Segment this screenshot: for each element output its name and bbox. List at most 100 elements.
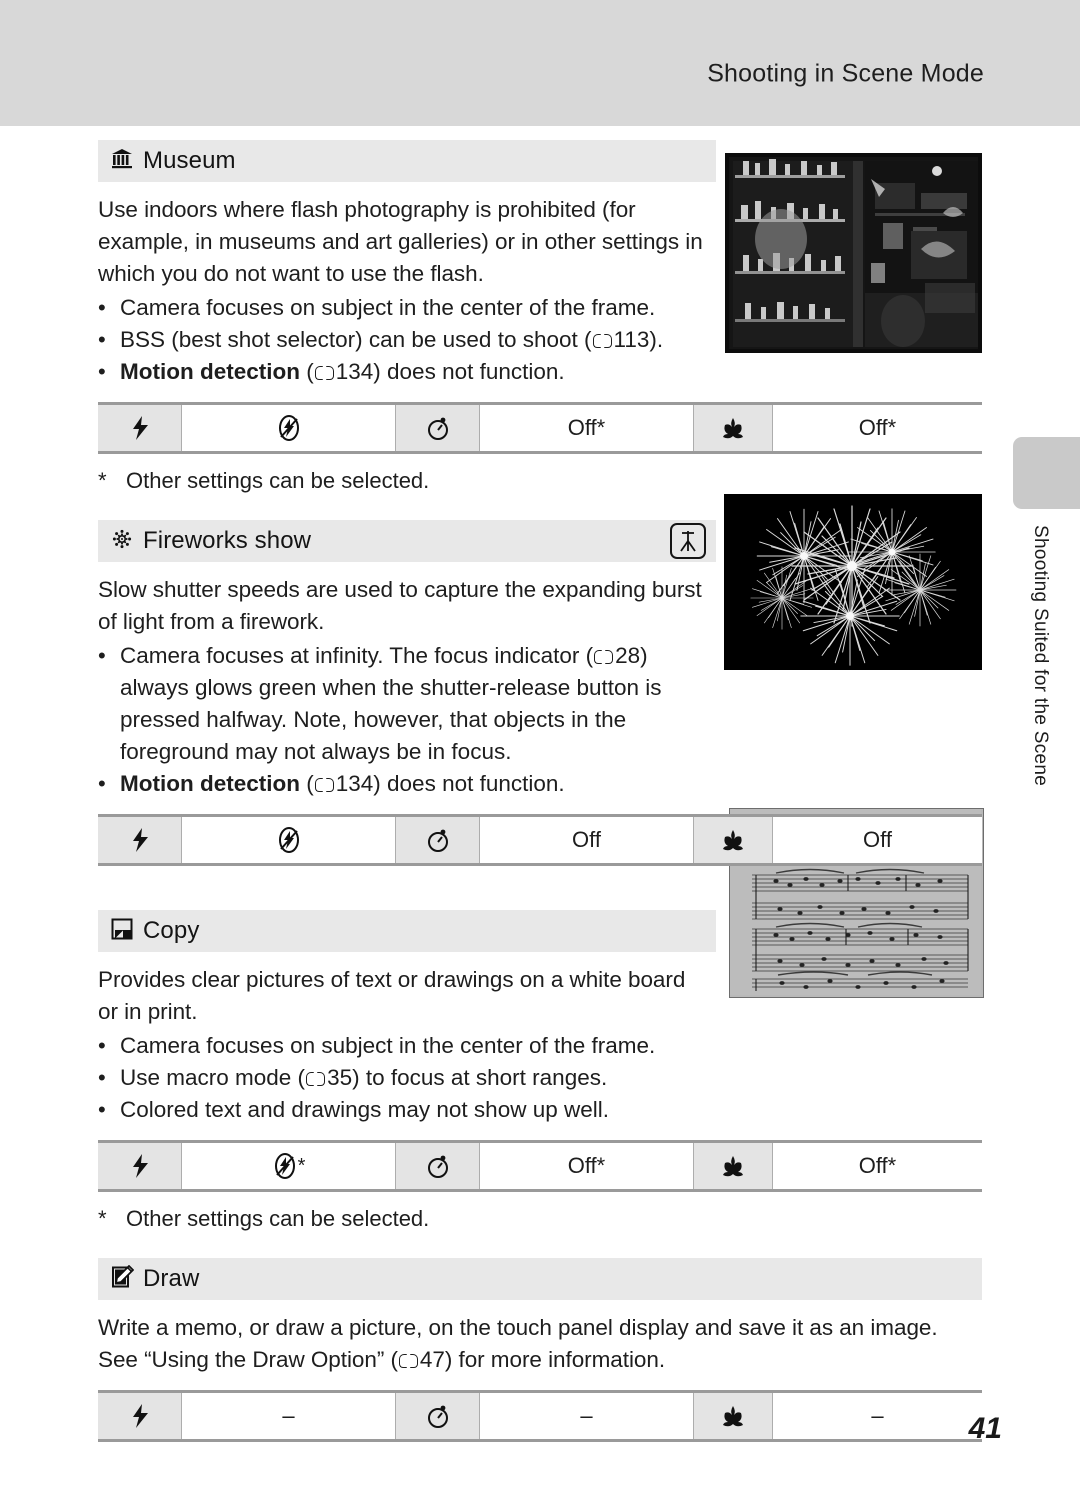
self-timer-setting-value-museum: Off* — [480, 405, 694, 451]
copy-icon — [110, 917, 134, 946]
bullet-text: Use macro mode (35) to focus at short ra… — [120, 1062, 710, 1094]
flash-setting-value-fireworks — [182, 817, 396, 863]
flash-icon — [98, 1143, 182, 1189]
list-item: • Camera focuses at infinity. The focus … — [98, 640, 710, 768]
bullet-list-copy: • Camera focuses on subject in the cente… — [98, 1030, 982, 1126]
section-header-fireworks: Fireworks show — [98, 520, 716, 562]
self-timer-setting-value-copy: Off* — [480, 1143, 694, 1189]
manual-reference-page: 28 — [615, 643, 641, 668]
flash-icon — [98, 405, 182, 451]
draw-paragraph-line2: See “Using the Draw Option” ( 47) for mor… — [98, 1347, 665, 1372]
manual-reference-icon — [314, 778, 334, 793]
self-timer-icon — [396, 1393, 480, 1439]
bullet-text: BSS (best shot selector) can be used to … — [120, 324, 710, 356]
draw-paragraph-post: ) for more information. — [444, 1347, 666, 1372]
bullet-text-pre: Camera focuses at infinity. The focus in… — [120, 643, 594, 668]
list-item: • Colored text and drawings may not show… — [98, 1094, 710, 1126]
bullet-text-post: does not function. — [380, 771, 565, 796]
list-item: • Motion detection (134) does not functi… — [98, 356, 710, 388]
footnote-museum: * Other settings can be selected. — [98, 466, 982, 496]
list-item: • Motion detection (134) does not functi… — [98, 768, 710, 800]
self-timer-setting-value-fireworks: Off — [480, 817, 694, 863]
page-content: Museum Use indoors where flash photograp… — [98, 140, 982, 1442]
manual-reference-page: 134 — [335, 771, 374, 796]
manual-reference-icon — [306, 1072, 326, 1087]
bullet-dot: • — [98, 643, 106, 668]
footnote-text: Other settings can be selected. — [126, 468, 430, 493]
settings-row-fireworks: Off Off — [98, 814, 982, 866]
list-item: • Camera focuses on subject in the cente… — [98, 292, 710, 324]
macro-setting-value-fireworks: Off — [773, 817, 982, 863]
macro-setting-value-museum: Off* — [773, 405, 982, 451]
self-timer-icon — [396, 405, 480, 451]
macro-setting-value-draw: – — [773, 1393, 982, 1439]
bullet-text-post: ). — [649, 327, 664, 352]
bullet-text: Colored text and drawings may not show u… — [120, 1097, 610, 1122]
bullet-dot: • — [98, 1097, 106, 1122]
bullet-dot: • — [98, 359, 106, 384]
bullet-dot: • — [98, 771, 106, 796]
bullet-list-museum: • Camera focuses on subject in the cente… — [98, 292, 982, 388]
bullet-text: Camera focuses on subject in the center … — [120, 1033, 656, 1058]
manual-reference-icon — [314, 366, 334, 381]
list-item: • Use macro mode (35) to focus at short … — [98, 1062, 710, 1094]
flash-icon — [98, 817, 182, 863]
draw-paragraph-pre: See “Using the Draw Option” ( — [98, 1347, 398, 1372]
manual-reference-icon — [398, 1354, 418, 1369]
fireworks-icon — [110, 527, 134, 556]
bullet-dot: • — [98, 1033, 106, 1058]
macro-setting-value-copy: Off* — [773, 1143, 982, 1189]
bullet-dot: • — [98, 295, 106, 320]
flash-setting-value-draw: – — [182, 1393, 396, 1439]
flash-value-asterisk: * — [297, 1154, 306, 1177]
bullet-list-fireworks: • Camera focuses at infinity. The focus … — [98, 640, 982, 800]
bullet-text-post: ) to focus at short ranges. — [352, 1065, 608, 1090]
section-paragraph-museum: Use indoors where flash photography is p… — [98, 197, 703, 286]
manual-reference-page: 134 — [335, 359, 374, 384]
bullet-text: Motion detection (134) does not function… — [120, 359, 565, 384]
section-paragraph-draw: Write a memo, or draw a picture, on the … — [98, 1312, 978, 1376]
list-item: • Camera focuses on subject in the cente… — [98, 1030, 710, 1062]
section-paragraph-fireworks: Slow shutter speeds are used to capture … — [98, 577, 702, 634]
bullet-text-post: does not function. — [380, 359, 565, 384]
bullet-text: Motion detection (134) does not function… — [120, 771, 565, 796]
self-timer-setting-value-draw: – — [480, 1393, 694, 1439]
flash-setting-value-copy: * — [182, 1143, 396, 1189]
list-item: • BSS (best shot selector) can be used t… — [98, 324, 710, 356]
museum-icon — [110, 147, 134, 176]
manual-reference-icon — [594, 650, 614, 665]
footnote-mark: * — [98, 1206, 107, 1231]
section-header-draw: Draw — [98, 1258, 982, 1300]
bullet-text: Camera focuses on subject in the center … — [120, 295, 656, 320]
page-number: 41 — [968, 1412, 1002, 1445]
bullet-text-pre: BSS (best shot selector) can be used to … — [120, 327, 592, 352]
bullet-text-bold: Motion detection — [120, 359, 300, 384]
bullet-dot: • — [98, 1065, 106, 1090]
section-title-fireworks: Fireworks show — [143, 527, 312, 554]
section-title-museum: Museum — [143, 147, 236, 174]
section-header-copy: Copy — [98, 910, 716, 952]
settings-row-draw: – – – — [98, 1390, 982, 1442]
flash-setting-value-museum — [182, 405, 396, 451]
tripod-icon — [670, 523, 706, 559]
section-header-museum: Museum — [98, 140, 716, 182]
chapter-tab-label: Shooting Suited for the Scene — [1020, 525, 1060, 845]
section-title-draw: Draw — [143, 1265, 200, 1292]
manual-reference-page: 47 — [419, 1347, 445, 1372]
manual-reference-page: 35 — [327, 1065, 353, 1090]
macro-icon — [694, 1393, 773, 1439]
draw-paragraph-line1: Write a memo, or draw a picture, on the … — [98, 1315, 938, 1340]
bullet-text-bold: Motion detection — [120, 771, 300, 796]
page-title: Shooting in Scene Mode — [707, 59, 984, 88]
section-title-copy: Copy — [143, 917, 200, 944]
flash-icon — [98, 1393, 182, 1439]
settings-row-museum: Off* Off* — [98, 402, 982, 454]
draw-icon — [110, 1264, 135, 1294]
macro-icon — [694, 817, 773, 863]
settings-row-copy: * Off* Off* — [98, 1140, 982, 1192]
self-timer-icon — [396, 817, 480, 863]
section-paragraph-copy: Provides clear pictures of text or drawi… — [98, 967, 686, 1024]
manual-reference-page: 113 — [613, 327, 650, 352]
macro-icon — [694, 405, 773, 451]
manual-reference-icon — [592, 334, 612, 349]
